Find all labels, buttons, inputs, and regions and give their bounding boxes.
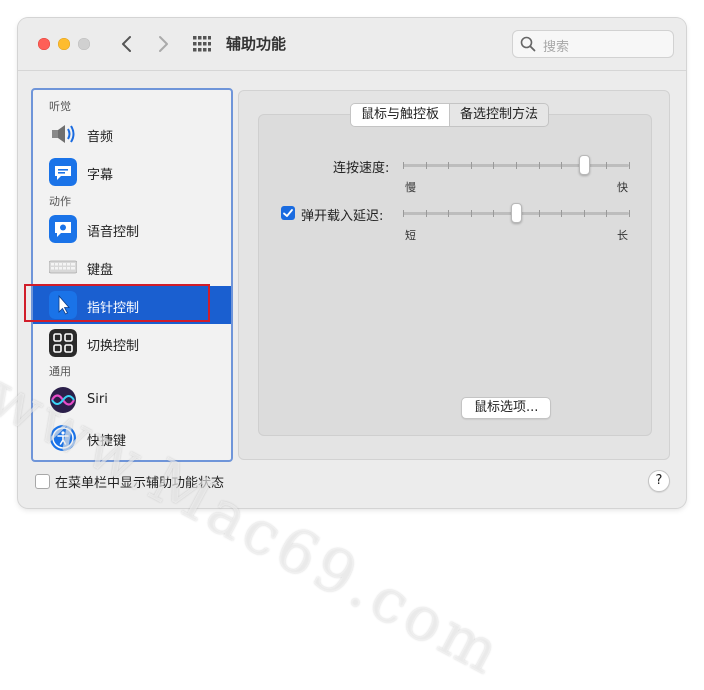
- slider-tick: [629, 210, 630, 217]
- sidebar-item-pointer-control[interactable]: 指针控制: [33, 286, 231, 324]
- slider-min-label: 慢: [405, 181, 416, 194]
- show-in-menu-bar-label: 在菜单栏中显示辅助功能状态: [55, 476, 225, 491]
- sidebar-item-switch-control[interactable]: 切换控制: [33, 324, 231, 362]
- sidebar-item-keyboard[interactable]: 键盘: [33, 248, 231, 286]
- switch-control-icon: [49, 329, 77, 357]
- speaker-icon: [52, 125, 75, 143]
- slider-tick: [561, 210, 563, 217]
- checkmark-icon: [283, 209, 293, 217]
- spring-loading-checkbox[interactable]: [281, 206, 295, 220]
- keyboard-icon: [49, 260, 77, 274]
- grid-icon: [193, 36, 211, 52]
- sidebar-item-label: 快捷键: [87, 434, 127, 449]
- sidebar: 听觉 音频 字幕 动作 语音控制 键盘 指针控制 切换控制 通用 Siri 快捷…: [31, 88, 233, 462]
- slider-tick: [606, 210, 608, 217]
- slider-tick: [403, 210, 404, 217]
- minimize-button[interactable]: [58, 38, 70, 50]
- tab-content: 连按速度: 慢 快 弹开载入延迟: 短 长 鼠标选项...: [258, 114, 652, 436]
- slider-min-label: 短: [405, 229, 416, 242]
- slider-tick: [425, 210, 427, 217]
- slider-tick: [583, 210, 585, 217]
- pointer-icon: [49, 291, 77, 319]
- tab-bar: 鼠标与触控板 备选控制方法: [350, 103, 550, 127]
- search-placeholder: 搜索: [543, 40, 570, 55]
- sidebar-item-voice-control[interactable]: 语音控制: [33, 210, 231, 248]
- slider-tick: [470, 162, 472, 169]
- sidebar-item-label: 切换控制: [87, 339, 140, 354]
- sidebar-item-label: 字幕: [87, 168, 114, 183]
- tab-alternate-control[interactable]: 备选控制方法: [449, 104, 548, 126]
- settings-panel: 连按速度: 慢 快 弹开载入延迟: 短 长 鼠标选项... 鼠标与触控板 备选控…: [238, 90, 670, 460]
- chevron-right-icon: [159, 36, 168, 52]
- section-general: 通用: [49, 365, 71, 378]
- slider-max-label: 长: [617, 229, 628, 242]
- show-in-menu-bar-checkbox[interactable]: [35, 474, 50, 489]
- slider-tick: [516, 162, 517, 169]
- slider-tick: [538, 210, 540, 217]
- spring-loading-thumb[interactable]: [511, 203, 522, 223]
- sidebar-item-siri[interactable]: Siri: [33, 381, 231, 419]
- slider-tick: [538, 162, 540, 169]
- sidebar-item-shortcut[interactable]: 快捷键: [33, 419, 231, 457]
- slider-tick: [606, 162, 608, 169]
- back-button[interactable]: [116, 32, 138, 56]
- captions-icon: [49, 158, 77, 186]
- siri-icon: [50, 387, 76, 413]
- sidebar-item-label: 语音控制: [87, 225, 140, 240]
- slider-tick: [425, 162, 427, 169]
- search-icon: [520, 36, 536, 52]
- section-hearing: 听觉: [49, 100, 71, 113]
- preferences-window: 辅助功能 搜索 听觉 音频 字幕 动作 语音控制 键盘 指针控制 切换控制 通用…: [18, 18, 686, 508]
- section-motor: 动作: [49, 195, 71, 208]
- double-click-speed-thumb[interactable]: [578, 155, 590, 175]
- title-bar: 辅助功能 搜索: [18, 18, 686, 71]
- double-click-speed-label: 连按速度:: [333, 161, 390, 176]
- accessibility-icon: [50, 425, 76, 451]
- slider-tick: [629, 162, 630, 169]
- slider-tick: [493, 210, 495, 217]
- window-title: 辅助功能: [226, 35, 287, 53]
- slider-tick: [561, 162, 563, 169]
- slider-max-label: 快: [617, 181, 628, 194]
- sidebar-item-label: Siri: [87, 392, 108, 407]
- sidebar-item-audio[interactable]: 音频: [33, 115, 231, 153]
- slider-tick: [470, 210, 472, 217]
- show-all-button[interactable]: [193, 36, 211, 52]
- tab-mouse-trackpad[interactable]: 鼠标与触控板: [351, 104, 450, 126]
- slider-tick: [493, 162, 495, 169]
- sidebar-item-label: 键盘: [87, 263, 114, 278]
- slider-tick: [448, 162, 450, 169]
- sidebar-item-label: 指针控制: [87, 301, 140, 316]
- help-button[interactable]: ?: [648, 470, 670, 492]
- search-input[interactable]: 搜索: [512, 30, 674, 58]
- mouse-options-button[interactable]: 鼠标选项...: [461, 397, 552, 419]
- forward-button[interactable]: [152, 32, 174, 56]
- voice-control-icon: [49, 215, 77, 243]
- zoom-button[interactable]: [78, 38, 90, 50]
- close-button[interactable]: [38, 38, 50, 50]
- slider-tick: [403, 162, 404, 169]
- slider-tick: [448, 210, 450, 217]
- sidebar-item-captions[interactable]: 字幕: [33, 153, 231, 191]
- chevron-left-icon: [122, 36, 131, 52]
- sidebar-item-label: 音频: [87, 130, 114, 145]
- spring-loading-label: 弹开载入延迟:: [301, 209, 384, 224]
